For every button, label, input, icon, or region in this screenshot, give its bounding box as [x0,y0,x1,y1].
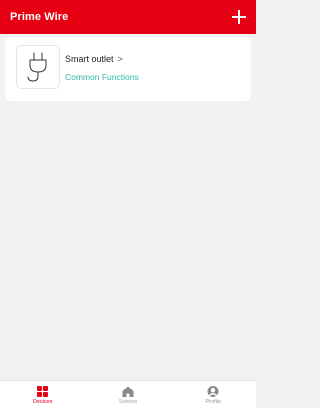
page-title: Prime Wire [10,11,69,23]
tab-label: Devices [32,399,53,405]
tab-profile[interactable]: Profile [183,381,243,405]
chevron-right-icon: > [117,54,123,64]
tab-label: Profile [205,399,222,405]
tab-label: Scenes [118,399,138,405]
device-card[interactable]: Smart outlet > Common Functions [5,37,251,101]
device-thumbnail [16,45,60,89]
common-functions-link[interactable]: Common Functions [65,72,139,82]
app-header: Prime Wire [0,0,256,34]
person-icon [207,386,219,397]
plug-icon [27,52,47,82]
bottom-tab-bar: Devices Scenes Profile [0,380,256,408]
tab-scenes[interactable]: Scenes [98,381,158,405]
tab-devices[interactable]: Devices [13,381,73,405]
add-device-button[interactable] [231,9,247,25]
device-name-label: Smart outlet [65,54,114,64]
home-icon [122,386,134,397]
device-name[interactable]: Smart outlet > [65,54,123,64]
grid-icon [37,386,49,397]
